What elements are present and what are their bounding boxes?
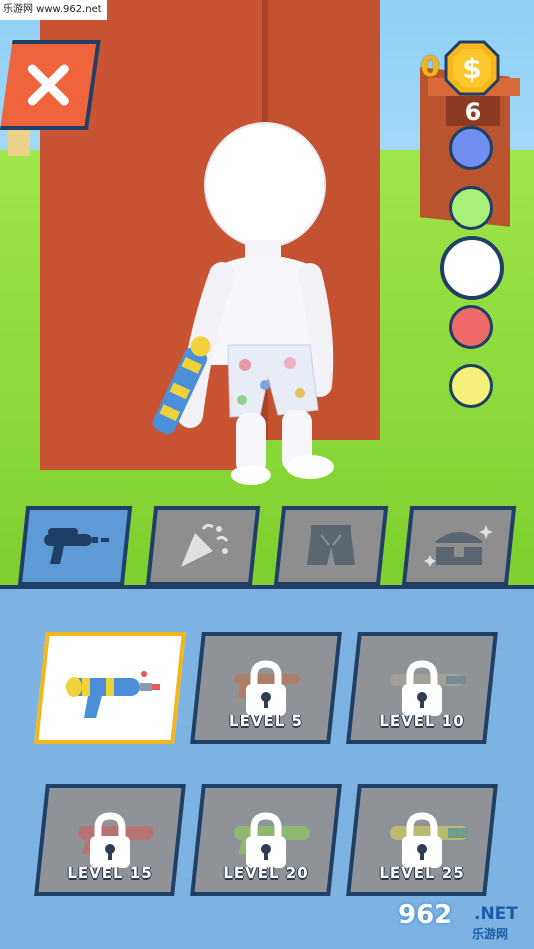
item-label: LEVEL 15 [67, 864, 153, 882]
lock-icon [402, 660, 442, 716]
treasure-chest-icon [424, 525, 493, 567]
color-swatch-green[interactable] [449, 186, 493, 230]
watermark-cn: 乐游网 [472, 927, 509, 941]
item-card-gun-2[interactable]: LEVEL 5 [190, 632, 342, 744]
character-model [152, 122, 334, 485]
tab-chests[interactable] [401, 506, 517, 586]
lock-icon [246, 812, 286, 868]
lock-icon [90, 812, 130, 868]
item-card-gun-4[interactable]: LEVEL 15 [34, 784, 186, 896]
water-gun-icon [66, 671, 160, 718]
lock-icon [246, 660, 286, 716]
shorts-icon [307, 525, 355, 565]
watermark-net: .NET [474, 904, 518, 924]
item-label: LEVEL 10 [379, 712, 465, 730]
category-tabs [0, 500, 534, 588]
water-gun-icon [44, 528, 109, 564]
color-swatch-blue[interactable] [449, 126, 493, 170]
color-swatch-red[interactable] [449, 305, 493, 349]
color-swatch-yellow[interactable] [449, 364, 493, 408]
item-card-gun-5[interactable]: LEVEL 20 [190, 784, 342, 896]
item-card-gun-6[interactable]: LEVEL 25 [346, 784, 498, 896]
game-scene: 6 0 $ [0, 0, 534, 585]
lock-icon [402, 812, 442, 868]
coin-count: 0 [420, 50, 440, 83]
tab-outfits[interactable] [273, 506, 389, 586]
item-label: LEVEL 5 [229, 712, 303, 730]
item-card-gun-1[interactable] [34, 632, 186, 744]
svg-text:$: $ [462, 52, 481, 85]
watermark-top: 乐游网 www.962.net [0, 0, 107, 20]
color-swatch-white[interactable] [440, 236, 504, 300]
close-icon [27, 64, 69, 106]
close-button[interactable] [0, 40, 101, 130]
item-card-gun-3[interactable]: LEVEL 10 [346, 632, 498, 744]
coin-icon: $ [444, 40, 500, 96]
pillar-number: 6 [446, 96, 500, 126]
tab-effects[interactable] [145, 506, 261, 586]
party-popper-icon [181, 523, 229, 567]
tab-weapons[interactable] [17, 506, 133, 586]
watermark-bottom: 962 .NET 乐游网 [398, 900, 530, 944]
watermark-number: 962 [398, 900, 453, 930]
item-label: LEVEL 20 [223, 864, 309, 882]
item-label: LEVEL 25 [379, 864, 465, 882]
